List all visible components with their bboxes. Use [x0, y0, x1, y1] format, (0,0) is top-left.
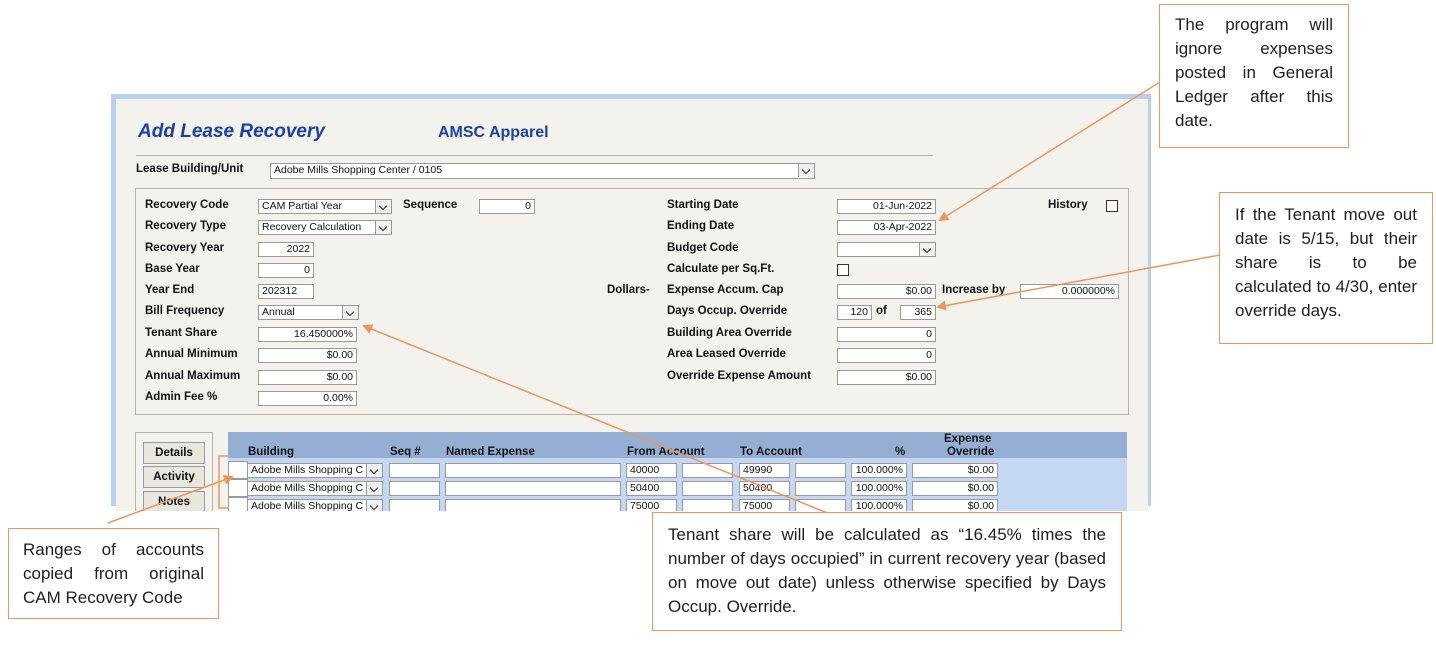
ranges-arrow [107, 475, 234, 524]
days-override-arrow [936, 254, 1221, 311]
callout-days-override: If the Tenant move out date is 5/15, but… [1219, 192, 1433, 344]
ending-date-arrow [938, 81, 1161, 222]
tenant-share-arrow [362, 324, 831, 515]
callout-tenant-share: Tenant share will be calculated as “16.4… [652, 512, 1122, 631]
callout-ranges: Ranges of accounts copied from original … [8, 528, 219, 619]
callout-ending-date: The program will ignore expenses posted … [1159, 4, 1349, 148]
